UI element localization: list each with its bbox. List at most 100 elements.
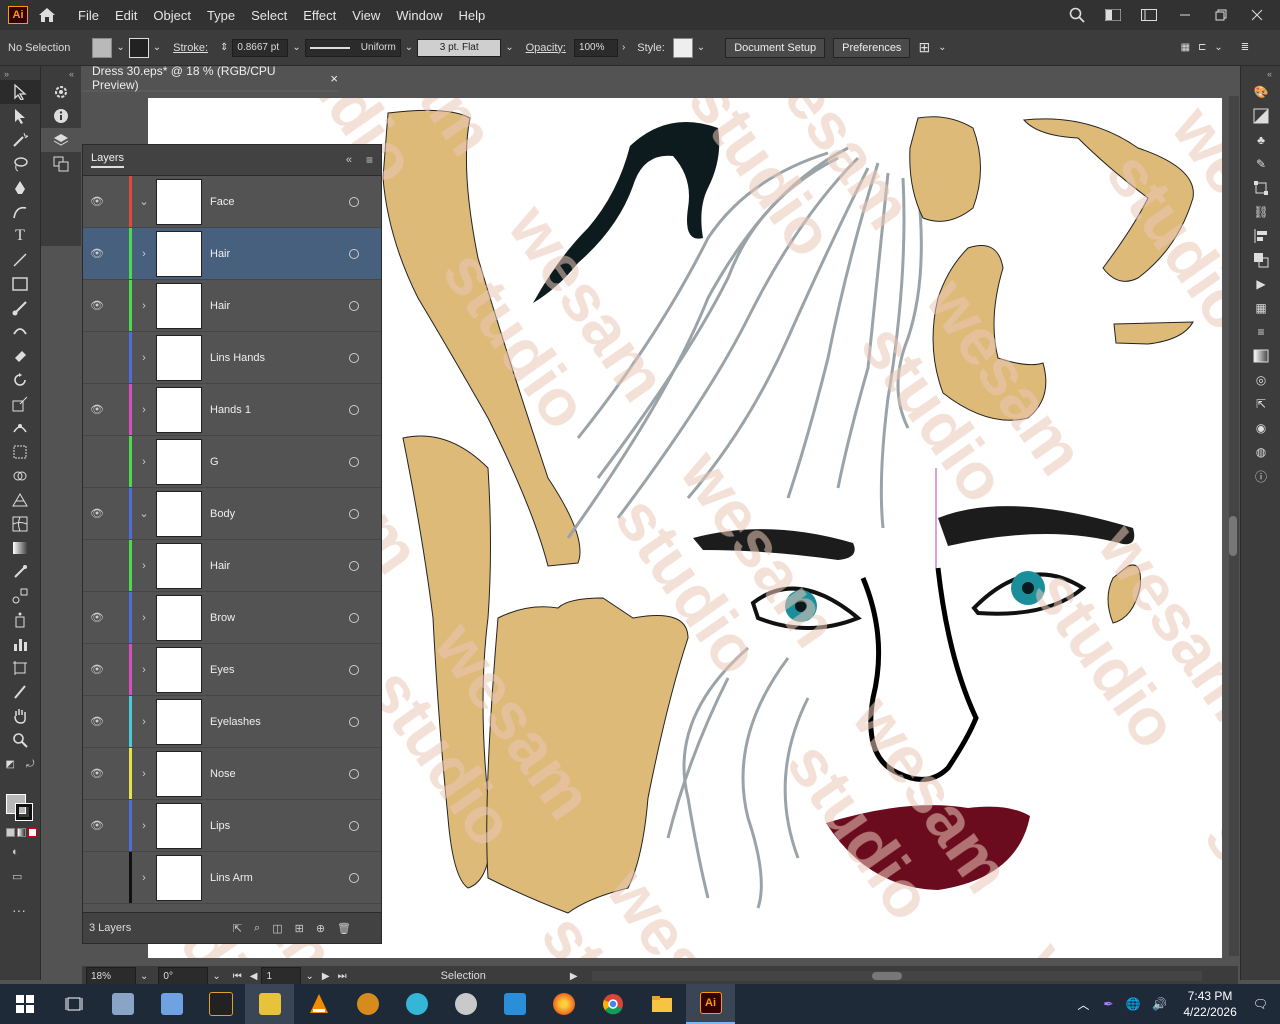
layer-row[interactable]: › Hair	[83, 540, 381, 592]
mesh-tool-icon[interactable]	[0, 512, 40, 536]
layer-name[interactable]: Lins Hands	[210, 352, 349, 364]
chevron-down-icon[interactable]: ⌄	[140, 971, 148, 982]
color-mode-icons[interactable]	[6, 828, 37, 837]
visibility-eye-icon[interactable]: 👁	[83, 403, 111, 416]
target-circle-icon[interactable]	[349, 508, 359, 519]
home-icon[interactable]	[36, 5, 58, 25]
chrome-icon[interactable]	[588, 984, 637, 1024]
layer-row[interactable]: 👁 › Eyes	[83, 644, 381, 696]
panel-menu-icon[interactable]: ≣	[1241, 42, 1249, 53]
chevron-right-icon[interactable]: ›	[132, 352, 156, 364]
app-icon-m[interactable]	[490, 984, 539, 1024]
menu-type[interactable]: Type	[199, 8, 243, 23]
swap-fill-stroke-icon[interactable]: ◩ ⤾	[0, 752, 40, 776]
scroll-thumb[interactable]	[871, 972, 902, 980]
chevron-down-icon[interactable]: ⌄	[132, 507, 156, 520]
hand-tool-icon[interactable]	[0, 704, 40, 728]
visibility-eye-icon[interactable]: 👁	[83, 247, 111, 260]
first-artboard-icon[interactable]: ⏮	[233, 971, 242, 982]
pathfinder-icon[interactable]	[1241, 248, 1280, 272]
free-transform-tool-icon[interactable]	[0, 440, 40, 464]
chevron-down-icon[interactable]: ⌄	[938, 42, 946, 53]
graphic-styles-icon[interactable]: ◉	[1241, 416, 1280, 440]
lasso-tool-icon[interactable]	[0, 152, 40, 176]
target-circle-icon[interactable]	[349, 196, 359, 207]
chevron-down-icon[interactable]: ⌄	[132, 195, 156, 208]
export-icon[interactable]: ⇱	[1241, 392, 1280, 416]
shaper-tool-icon[interactable]	[0, 320, 40, 344]
chevron-down-icon[interactable]: ⌄	[153, 42, 161, 53]
volume-icon[interactable]: 🔊	[1152, 997, 1167, 1011]
chevron-right-icon[interactable]: ›	[132, 716, 156, 728]
magic-wand-tool-icon[interactable]	[0, 128, 40, 152]
layer-name[interactable]: Brow	[210, 612, 349, 624]
stroke-panel-icon[interactable]: ≡	[1241, 320, 1280, 344]
task-view-icon[interactable]	[49, 984, 98, 1024]
dock-collapse-icon[interactable]: «	[41, 66, 81, 80]
layer-row[interactable]: 👁 ⌄ Body	[83, 488, 381, 540]
perspective-grid-tool-icon[interactable]	[0, 488, 40, 512]
target-circle-icon[interactable]	[349, 560, 359, 571]
target-circle-icon[interactable]	[349, 872, 359, 883]
chevron-down-icon[interactable]: ⌄	[292, 42, 300, 53]
workspace-icon[interactable]	[1100, 5, 1126, 25]
layer-row[interactable]: 👁 › Hair	[83, 228, 381, 280]
file-explorer-icon[interactable]	[637, 984, 686, 1024]
network-icon[interactable]: 🌐	[1125, 997, 1140, 1011]
chevron-right-icon[interactable]: ›	[132, 560, 156, 572]
menu-object[interactable]: Object	[145, 8, 199, 23]
align-icon[interactable]	[1241, 224, 1280, 248]
zoom-field[interactable]: 18%	[86, 967, 136, 985]
trash-icon[interactable]: 🗑	[337, 922, 351, 935]
layer-name[interactable]: Lips	[210, 820, 349, 832]
layer-name[interactable]: G	[210, 456, 349, 468]
artboard-field[interactable]: 1	[261, 967, 302, 985]
chevron-right-icon[interactable]: ›	[622, 42, 625, 53]
rotate-tool-icon[interactable]	[0, 368, 40, 392]
layer-row[interactable]: 👁 › Brow	[83, 592, 381, 644]
gear-icon[interactable]	[41, 80, 81, 104]
chevron-down-icon[interactable]: ⌄	[305, 971, 313, 982]
target-circle-icon[interactable]	[349, 716, 359, 727]
gradient-tool-icon[interactable]	[0, 536, 40, 560]
chevron-right-icon[interactable]: ›	[132, 248, 156, 260]
style-swatch[interactable]	[672, 37, 693, 58]
layers-icon[interactable]	[41, 128, 81, 152]
tools-collapse-icon[interactable]: »	[0, 66, 40, 80]
pen-tool-icon[interactable]	[0, 176, 40, 200]
status-menu-icon[interactable]: ▶	[570, 971, 578, 982]
actions-icon[interactable]: ▶	[1241, 272, 1280, 296]
align-icon[interactable]: ▦	[1181, 42, 1190, 53]
menu-edit[interactable]: Edit	[107, 8, 145, 23]
rotation-field[interactable]: 0°	[158, 967, 209, 985]
slice-tool-icon[interactable]	[0, 680, 40, 704]
links-icon[interactable]: ⛓	[1241, 200, 1280, 224]
menu-window[interactable]: Window	[388, 8, 450, 23]
screen-mode-icon[interactable]: ▭	[12, 870, 22, 883]
next-artboard-icon[interactable]: ▶	[322, 971, 330, 982]
locate-object-icon[interactable]: ⌕	[254, 922, 260, 935]
color-guide-icon[interactable]: 🎨	[1241, 80, 1280, 104]
app-icon-paint[interactable]	[441, 984, 490, 1024]
prev-artboard-icon[interactable]: ◀	[250, 971, 258, 982]
stroke-weight-input[interactable]: 0.8667 pt	[232, 38, 289, 57]
scroll-thumb[interactable]	[1229, 516, 1237, 556]
studio-app-icon[interactable]	[196, 984, 245, 1024]
layer-name[interactable]: Nose	[210, 768, 349, 780]
app-icon-1[interactable]	[98, 984, 147, 1024]
stroke-box[interactable]	[15, 803, 33, 821]
layer-name[interactable]: Lins Arm	[210, 872, 349, 884]
menu-select[interactable]: Select	[243, 8, 295, 23]
visibility-eye-icon[interactable]: 👁	[83, 663, 111, 676]
layer-name[interactable]: Face	[210, 196, 349, 208]
graph-tool-icon[interactable]	[0, 632, 40, 656]
chevron-right-icon[interactable]: ›	[132, 820, 156, 832]
menu-help[interactable]: Help	[450, 8, 493, 23]
preferences-button[interactable]: Preferences	[833, 37, 911, 58]
layer-row[interactable]: › Lins Arm	[83, 852, 381, 904]
minimize-icon[interactable]	[1172, 5, 1198, 25]
layer-name[interactable]: Hair	[210, 300, 349, 312]
layer-row[interactable]: 👁 › Lips	[83, 800, 381, 852]
export-icon[interactable]: ⇱	[233, 922, 242, 935]
target-circle-icon[interactable]	[349, 248, 359, 259]
